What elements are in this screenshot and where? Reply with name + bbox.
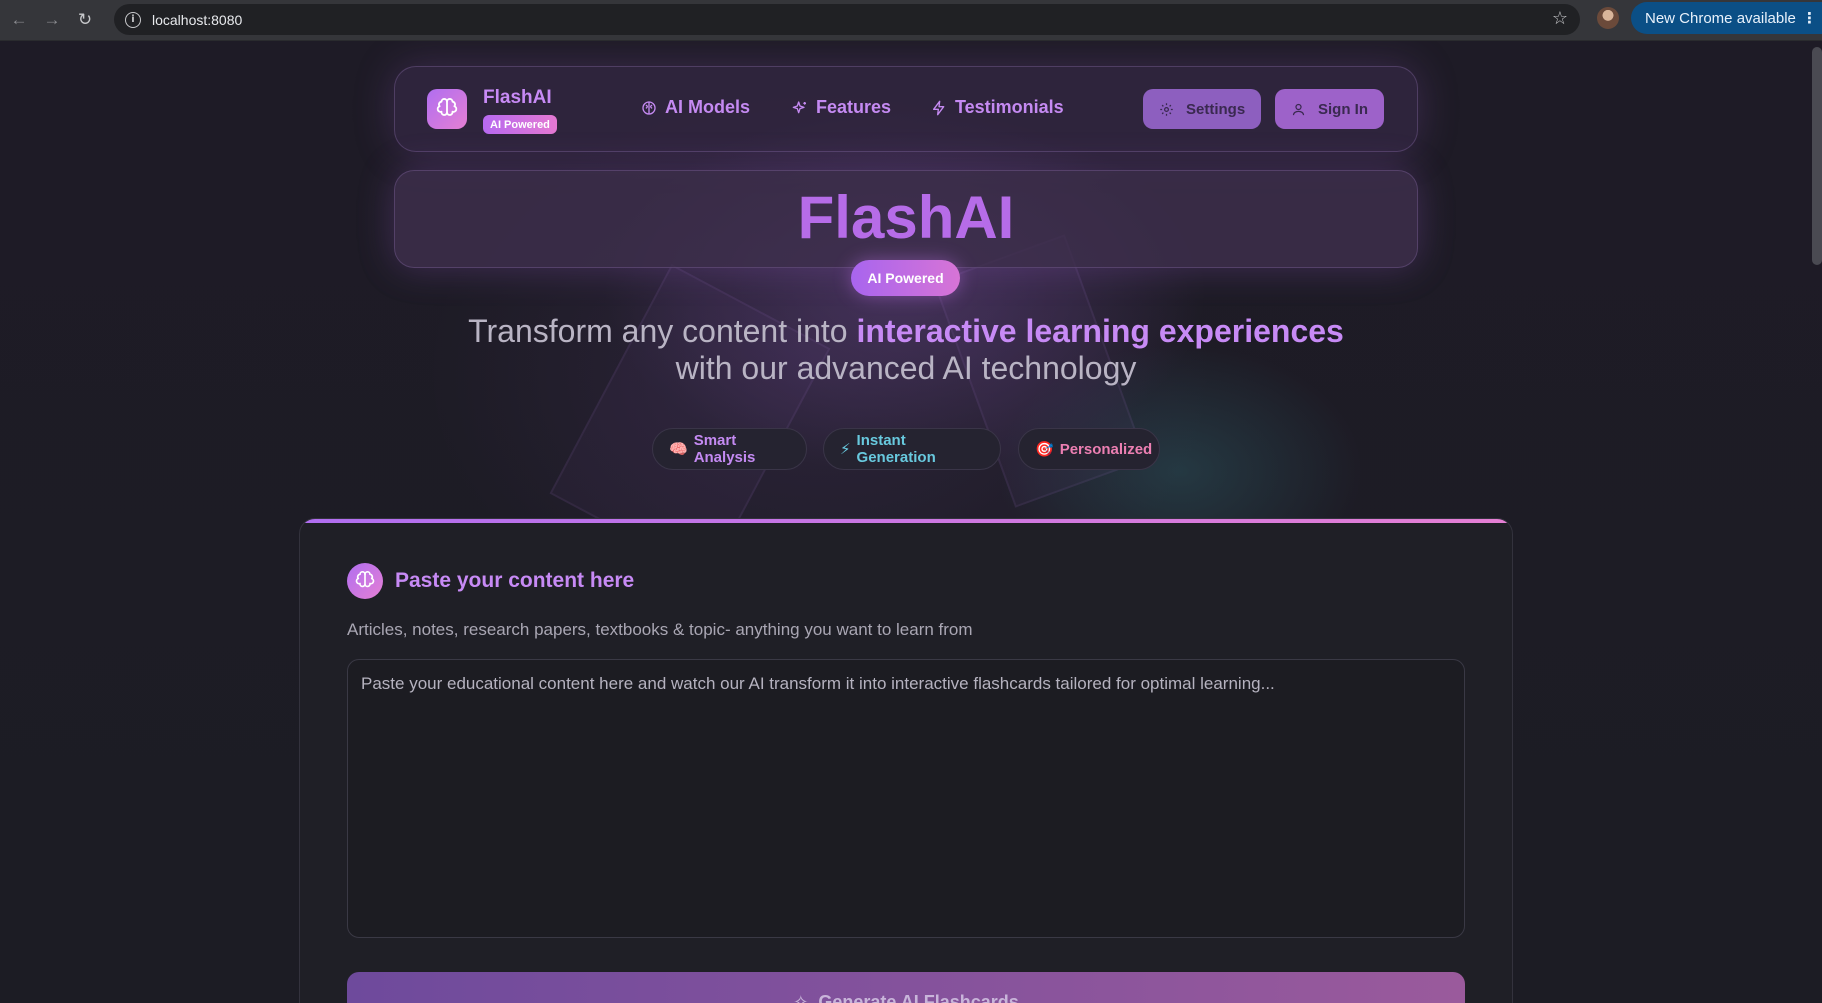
brand-name[interactable]: FlashAI (483, 87, 552, 109)
zap-icon (933, 100, 945, 115)
back-icon[interactable]: ← (5, 6, 33, 34)
bookmark-star-icon[interactable]: ☆ (1552, 8, 1568, 29)
site-header: FlashAI AI Powered AI Models Features Te… (394, 66, 1418, 152)
generate-flashcards-button[interactable]: ✧ Generate AI Flashcards (347, 972, 1465, 1003)
hero-title: FlashAI (797, 184, 1015, 251)
brain-icon (347, 563, 383, 599)
chip-label: Personalized (1059, 440, 1153, 458)
settings-label: Settings (1186, 100, 1246, 118)
brain-emoji-icon: 🧠 (669, 441, 688, 458)
tagline-highlight: interactive learning experiences (856, 313, 1344, 349)
reload-icon[interactable]: ↻ (71, 6, 99, 34)
ai-powered-badge: AI Powered (483, 115, 557, 134)
brain-logo-icon[interactable] (427, 89, 467, 129)
sign-in-label: Sign In (1318, 100, 1368, 118)
profile-avatar[interactable] (1597, 7, 1619, 29)
page-viewport: FlashAI AI Powered AI Models Features Te… (0, 41, 1822, 1003)
forward-icon[interactable]: → (38, 6, 66, 34)
nav-testimonials-label: Testimonials (955, 97, 1064, 117)
chip-label: Smart Analysis (693, 432, 756, 466)
hero-tagline: Transform any content into interactive l… (0, 313, 1812, 387)
hero-ai-powered-badge: AI Powered (851, 260, 960, 296)
content-textarea[interactable] (347, 659, 1465, 938)
hero-title-card: FlashAI (394, 170, 1418, 268)
nav-ai-models-label: AI Models (665, 97, 751, 117)
site-info-icon[interactable]: i (125, 11, 141, 28)
brain-icon (642, 100, 656, 115)
lightning-emoji-icon: ⚡ (840, 441, 851, 458)
tagline-text-line2: with our advanced AI technology (675, 350, 1137, 386)
scrollbar[interactable] (1812, 47, 1822, 265)
chip-label: Instant Generation (856, 432, 936, 466)
tagline-text: Transform any content into (468, 313, 857, 349)
section-title: Paste your content here (395, 569, 635, 592)
feature-chip-smart-analysis: 🧠 Smart Analysis (652, 428, 807, 470)
nav-testimonials[interactable]: Testimonials (931, 97, 1064, 118)
feature-chip-personalized: 🎯 Personalized (1018, 428, 1160, 470)
nav-features-label: Features (816, 97, 892, 117)
section-subtitle: Articles, notes, research papers, textbo… (347, 620, 973, 639)
settings-button[interactable]: Settings (1143, 89, 1262, 129)
sparkles-icon (792, 100, 806, 113)
nav-features[interactable]: Features (792, 97, 891, 118)
user-icon (1292, 103, 1305, 115)
browser-toolbar: ← → ↻ i localhost:8080 ☆ New Chrome avai… (0, 0, 1822, 41)
nav-ai-models[interactable]: AI Models (641, 97, 750, 118)
card-accent-bar (300, 519, 1512, 523)
chrome-update-button[interactable]: New Chrome available ⋮ (1631, 2, 1822, 34)
target-emoji-icon: 🎯 (1035, 441, 1054, 458)
gear-icon (1160, 102, 1173, 116)
url-text[interactable]: localhost:8080 (152, 12, 242, 28)
kebab-menu-icon[interactable]: ⋮ (1802, 9, 1817, 27)
feature-chip-instant-generation: ⚡ Instant Generation (823, 428, 1001, 470)
address-bar[interactable]: i localhost:8080 ☆ (114, 4, 1580, 35)
generate-label: Generate AI Flashcards (818, 992, 1019, 1003)
sign-in-button[interactable]: Sign In (1275, 89, 1384, 129)
content-input-card: Paste your content here Articles, notes,… (299, 518, 1513, 1003)
sparkles-icon: ✧ (793, 992, 809, 1003)
chrome-update-label: New Chrome available (1645, 9, 1796, 27)
